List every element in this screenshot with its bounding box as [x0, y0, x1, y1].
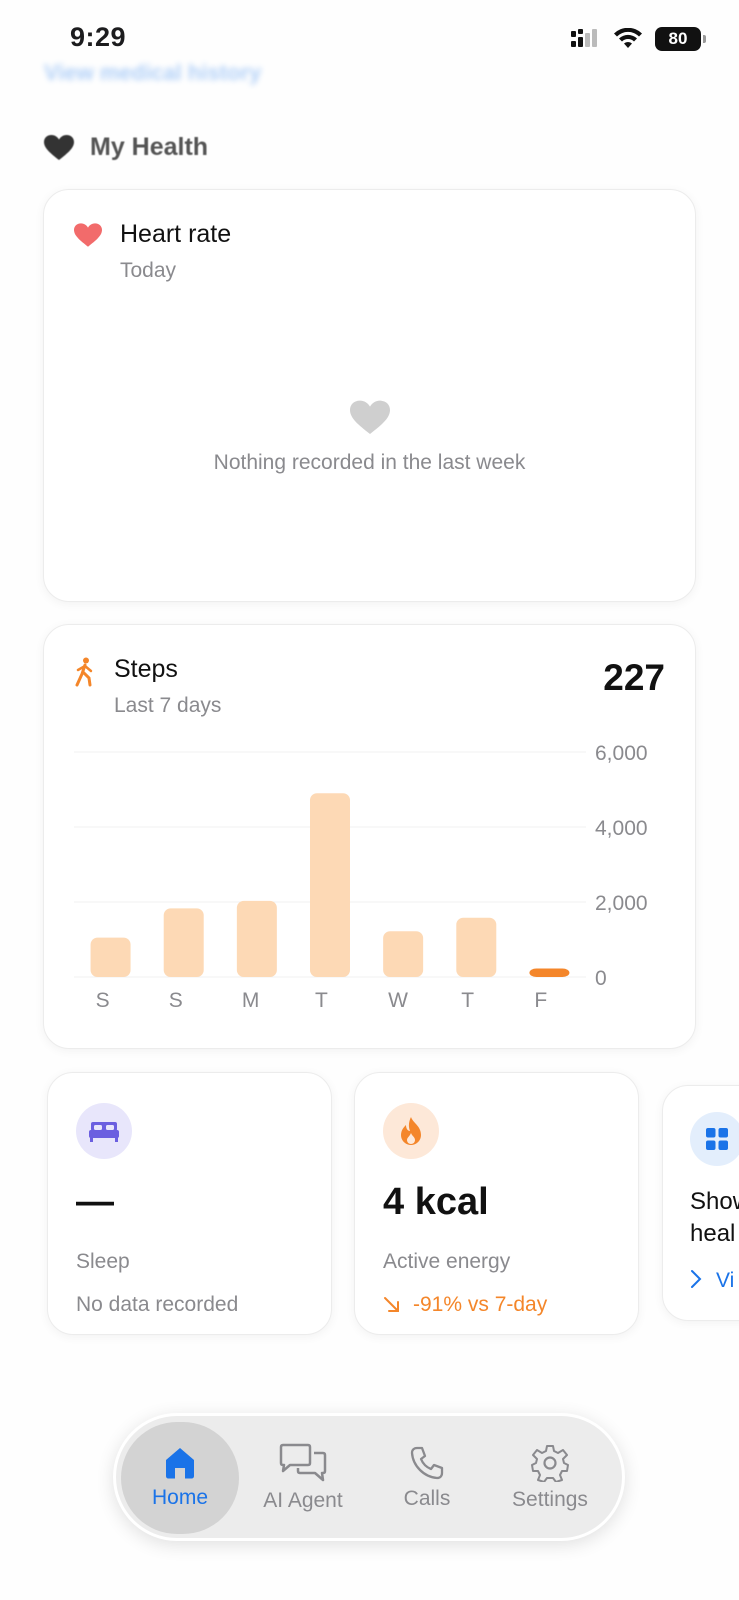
steps-bar	[163, 908, 204, 977]
health-home-screen: 9:29 80 View medical history My Health H…	[0, 0, 739, 1600]
grid-icon	[706, 1128, 728, 1150]
tab-settings[interactable]: Settings	[491, 1422, 609, 1534]
view-all-link[interactable]: Vi	[690, 1269, 734, 1293]
arrow-down-right-icon	[384, 1297, 399, 1312]
phone-icon	[410, 1446, 444, 1480]
grid-badge	[690, 1112, 739, 1166]
tab-calls-label: Calls	[403, 1487, 451, 1510]
steps-card[interactable]: Steps Last 7 days 227 6,000 4,000 2,000 0 S S…	[43, 624, 696, 1049]
x-tick-label: M	[242, 989, 260, 1012]
cellular-signal-icon	[571, 29, 597, 47]
heart-rate-title: Heart rate	[120, 220, 232, 248]
wifi-icon	[614, 28, 642, 48]
heart-rate-header: Heart rate Today	[74, 220, 231, 283]
x-tick-label: T	[315, 989, 328, 1012]
y-tick-label: 4,000	[595, 817, 648, 840]
energy-trend: -91% vs 7-day	[383, 1293, 547, 1317]
show-all-text: Show heal	[690, 1186, 739, 1250]
x-tick-label: W	[388, 989, 408, 1012]
heart-outline-icon	[349, 400, 390, 434]
steps-bar	[236, 900, 277, 977]
energy-badge	[383, 1103, 439, 1159]
y-tick-label: 2,000	[595, 892, 648, 915]
x-tick-label: F	[534, 989, 547, 1012]
show-all-health-card[interactable]: Show heal Vi	[662, 1085, 739, 1321]
heart-rate-empty-state: Nothing recorded in the last week	[44, 400, 695, 475]
heart-rate-card[interactable]: Heart rate Today Nothing recorded in the…	[43, 189, 696, 602]
view-medical-history-link[interactable]: View medical history	[44, 60, 261, 86]
status-time: 9:29	[70, 22, 127, 52]
y-tick-label: 0	[595, 967, 607, 990]
show-all-line1: Show	[690, 1188, 739, 1215]
energy-trend-text: -91% vs 7-day	[413, 1293, 548, 1316]
sleep-badge	[76, 1103, 132, 1159]
tab-ai-agent[interactable]: AI Agent	[244, 1422, 362, 1534]
tab-settings-label: Settings	[512, 1488, 588, 1511]
tab-ai-agent-label: AI Agent	[263, 1489, 343, 1512]
energy-label: Active energy	[383, 1250, 511, 1273]
flame-icon	[401, 1117, 421, 1145]
bottom-tab-bar: Home AI Agent Calls Settings	[113, 1413, 625, 1541]
empty-state-text: Nothing recorded in the last week	[213, 451, 526, 474]
bed-icon	[89, 1122, 119, 1142]
tab-home-label: Home	[151, 1486, 209, 1509]
steps-bar	[310, 793, 350, 977]
steps-bar	[90, 937, 131, 977]
sleep-value: —	[76, 1181, 114, 1223]
section-header-my-health: My Health	[44, 133, 208, 162]
house-icon	[166, 1448, 194, 1479]
tab-calls[interactable]: Calls	[368, 1422, 486, 1534]
steps-bar	[383, 931, 424, 977]
heart-rate-subtitle: Today	[120, 259, 177, 282]
chat-bubbles-icon	[279, 1443, 327, 1482]
status-icons: 80	[571, 27, 706, 51]
tab-home[interactable]: Home	[121, 1422, 239, 1534]
x-tick-label: S	[169, 989, 183, 1012]
battery-indicator: 80	[655, 27, 706, 51]
steps-bar	[529, 968, 570, 977]
energy-value: 4 kcal	[383, 1181, 489, 1223]
active-energy-card[interactable]: 4 kcal Active energy -91% vs 7-day	[354, 1072, 639, 1335]
heart-icon	[74, 223, 102, 247]
heart-icon	[44, 134, 74, 160]
sleep-card[interactable]: — Sleep No data recorded	[47, 1072, 332, 1335]
sleep-note: No data recorded	[76, 1293, 239, 1316]
sleep-label: Sleep	[76, 1250, 130, 1273]
x-tick-label: T	[461, 989, 474, 1012]
show-all-line2: heal	[690, 1220, 736, 1247]
chevron-right-icon	[691, 1270, 702, 1288]
gear-icon	[531, 1445, 569, 1482]
section-title: My Health	[90, 133, 209, 161]
steps-bar	[456, 917, 497, 977]
view-all-label: Vi	[716, 1269, 735, 1292]
x-tick-label: S	[96, 989, 110, 1012]
steps-bar-chart: 6,000 4,000 2,000 0 S S M T W T F	[74, 742, 648, 1012]
y-tick-label: 6,000	[595, 742, 648, 765]
